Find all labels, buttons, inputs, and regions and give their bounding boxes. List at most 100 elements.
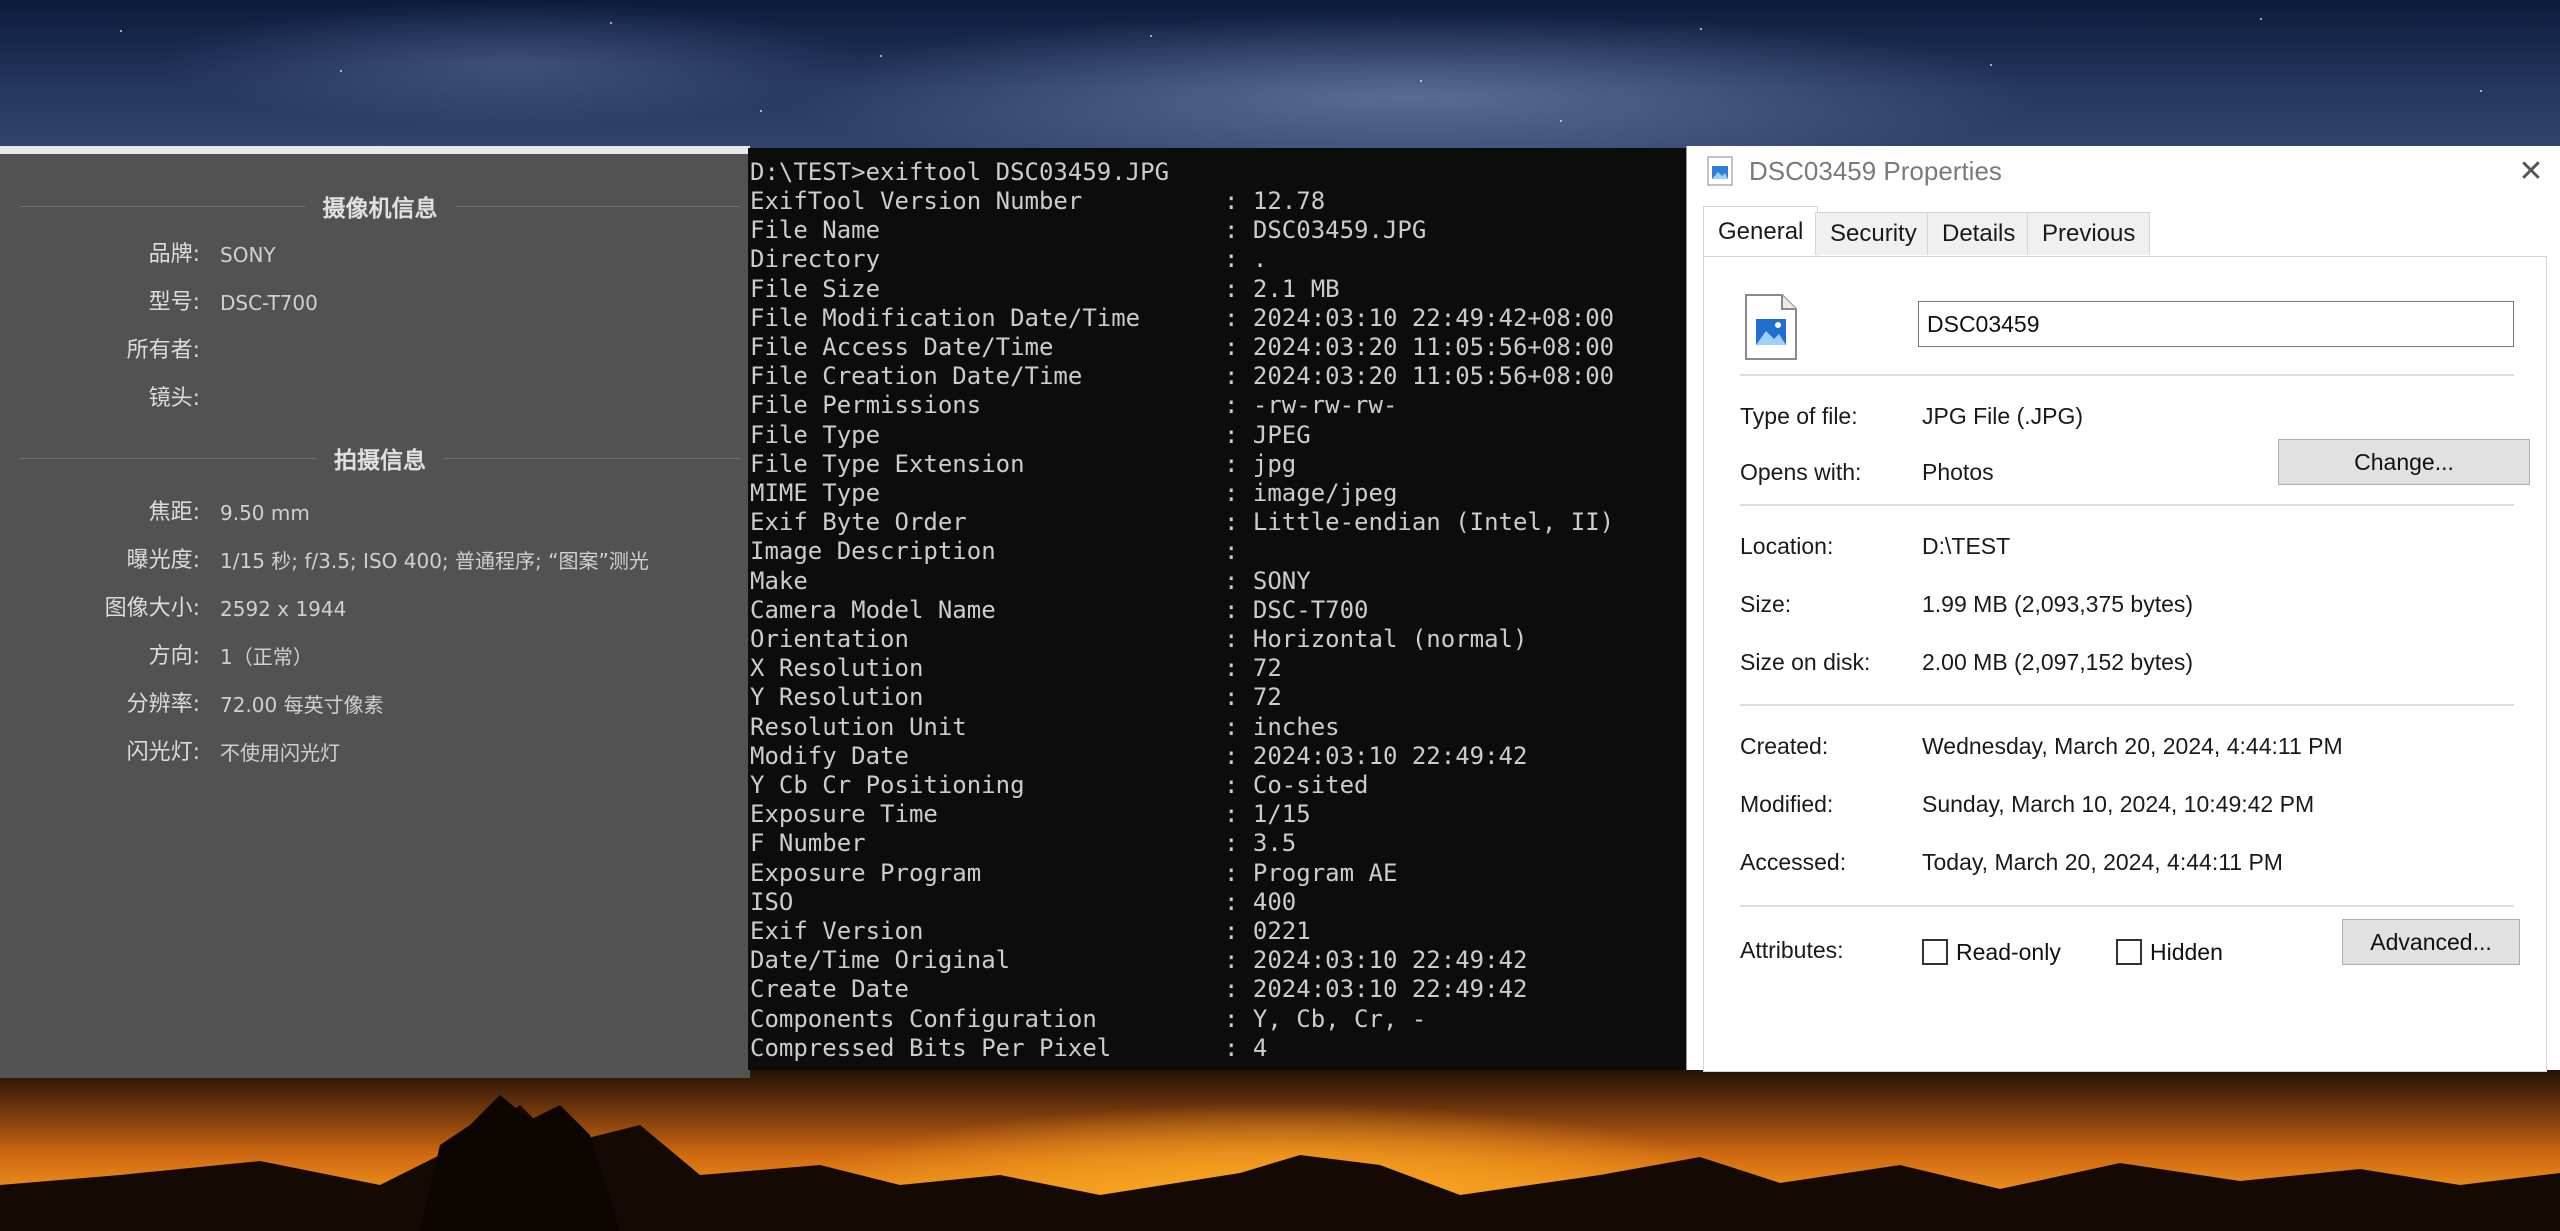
accessed-value: Today, March 20, 2024, 4:44:11 PM <box>1922 849 2283 875</box>
info-row-focal-length: 焦距: 9.50 mm <box>0 498 740 528</box>
exif-tag-name: X Resolution <box>750 654 924 682</box>
exif-tag-value: : 2024:03:10 22:49:42 <box>1224 975 1528 1003</box>
hidden-checkbox[interactable] <box>2116 939 2142 965</box>
info-label: 型号: <box>148 290 200 315</box>
exif-tag-value: : 2024:03:20 11:05:56+08:00 <box>1224 333 1615 361</box>
size-on-disk-value: 2.00 MB (2,097,152 bytes) <box>1922 649 2194 675</box>
exif-tag-value: : -rw-rw-rw- <box>1224 391 1398 419</box>
info-label: 镜头: <box>148 386 200 411</box>
properties-window-icon <box>1707 156 1733 186</box>
location-label: Location: <box>1740 533 1834 559</box>
exif-tag-name: Directory <box>750 245 881 273</box>
info-row-lens: 镜头: <box>0 384 740 414</box>
exif-tag-name: Exposure Time <box>750 800 938 828</box>
size-on-disk-label: Size on disk: <box>1740 649 1871 675</box>
jpg-file-icon <box>1745 294 1797 360</box>
exif-tag-name: Date/Time Original <box>750 946 1011 974</box>
exif-tag-name: Resolution Unit <box>750 713 967 741</box>
change-button[interactable]: Change... <box>2278 439 2530 485</box>
shooting-info-title: 拍摄信息 <box>334 448 426 474</box>
size-label: Size: <box>1740 591 1792 617</box>
info-row-owner: 所有者: <box>0 336 740 366</box>
advanced-button[interactable]: Advanced... <box>2342 919 2520 965</box>
wallpaper-night-sky <box>0 0 2560 160</box>
general-tab-content: Type of file: JPG File (.JPG) Opens with… <box>1703 256 2547 1072</box>
info-row-image-size: 图像大小: 2592 x 1944 <box>0 594 740 624</box>
exif-tag-name: File Type <box>750 421 881 449</box>
dialog-titlebar[interactable]: DSC03459 Properties ✕ <box>1687 146 2560 198</box>
info-label: 分辨率: <box>126 692 200 717</box>
info-row-flash: 闪光灯: 不使用闪光灯 <box>0 738 740 768</box>
exif-tag-name: Y Resolution <box>750 683 924 711</box>
close-icon[interactable]: ✕ <box>2511 152 2551 192</box>
exif-tag-value: : jpg <box>1224 450 1297 478</box>
read-only-label[interactable]: Read-only <box>1956 939 2061 966</box>
size-value: 1.99 MB (2,093,375 bytes) <box>1922 591 2194 617</box>
opens-with-label: Opens with: <box>1740 459 1862 485</box>
tab-general[interactable]: General <box>1703 206 1819 257</box>
tab-security[interactable]: Security <box>1815 212 1932 255</box>
exif-tag-value: : image/jpeg <box>1224 479 1398 507</box>
exif-tag-value: : 2024:03:10 22:49:42+08:00 <box>1224 304 1615 332</box>
info-row-exposure: 曝光度: 1/15 秒; f/3.5; ISO 400; 普通程序; “图案”测… <box>0 546 740 576</box>
exif-tag-name: Exposure Program <box>750 859 982 887</box>
exif-tag-value: : DSC-T700 <box>1224 596 1369 624</box>
tab-previous-versions[interactable]: Previous Versions <box>2027 212 2151 289</box>
tab-details[interactable]: Details <box>1927 212 2031 255</box>
exif-tag-name: Orientation <box>750 625 909 653</box>
exif-tag-value: : 3.5 <box>1224 829 1297 857</box>
info-label: 所有者: <box>126 338 200 363</box>
exif-tag-value: : DSC03459.JPG <box>1224 216 1427 244</box>
info-value: SONY <box>220 243 276 267</box>
exif-tag-value: : 72 <box>1224 654 1282 682</box>
type-of-file-label: Type of file: <box>1740 403 1858 429</box>
exif-tag-value: : Y, Cb, Cr, - <box>1224 1005 1427 1033</box>
exif-tag-name: File Size <box>750 275 881 303</box>
exif-tag-name: F Number <box>750 829 866 857</box>
exif-tag-name: Create Date <box>750 975 909 1003</box>
file-properties-dialog[interactable]: DSC03459 Properties ✕ General Security D… <box>1686 146 2560 1072</box>
exif-tag-value: : <box>1224 537 1239 565</box>
exif-tag-name: File Type Extension <box>750 450 1025 478</box>
exif-tag-name: File Access Date/Time <box>750 333 1054 361</box>
opens-with-value: Photos <box>1922 459 1994 485</box>
exif-tag-value: : 2.1 MB <box>1224 275 1340 303</box>
divider <box>1740 704 2514 706</box>
exif-tag-value: : 400 <box>1224 888 1297 916</box>
dialog-title: DSC03459 Properties <box>1749 156 2002 186</box>
exif-tag-name: File Name <box>750 216 881 244</box>
info-label: 图像大小: <box>104 596 200 621</box>
exif-tag-value: : Program AE <box>1224 859 1398 887</box>
modified-label: Modified: <box>1740 791 1834 817</box>
info-value: 1/15 秒; f/3.5; ISO 400; 普通程序; “图案”测光 <box>220 549 649 573</box>
info-label: 品牌: <box>148 242 200 267</box>
info-row-make: 品牌: SONY <box>0 240 740 270</box>
exif-tag-name: File Creation Date/Time <box>750 362 1083 390</box>
info-label: 曝光度: <box>126 548 200 573</box>
exif-tag-name: File Permissions <box>750 391 982 419</box>
exif-tag-value: : 12.78 <box>1224 187 1326 215</box>
info-value: 1（正常） <box>220 645 313 669</box>
info-value: 不使用闪光灯 <box>220 741 340 765</box>
exif-tag-value: : . <box>1224 245 1268 273</box>
exif-tag-name: Image Description <box>750 537 996 565</box>
file-name-input[interactable] <box>1918 301 2514 347</box>
read-only-checkbox[interactable] <box>1922 939 1948 965</box>
shooting-info-header: 拍摄信息 <box>20 446 740 474</box>
exif-tag-name: ExifTool Version Number <box>750 187 1083 215</box>
exif-tag-value: : SONY <box>1224 567 1311 595</box>
info-label: 方向: <box>148 644 200 669</box>
exif-tag-name: Compressed Bits Per Pixel <box>750 1034 1112 1062</box>
created-value: Wednesday, March 20, 2024, 4:44:11 PM <box>1922 733 2343 759</box>
attributes-label: Attributes: <box>1740 937 1844 963</box>
exiftool-terminal[interactable]: D:\TEST>exiftool DSC03459.JPG ExifTool V… <box>748 148 1686 1070</box>
exif-tag-value: : 4 <box>1224 1034 1268 1062</box>
hidden-label[interactable]: Hidden <box>2150 939 2223 966</box>
divider <box>1740 504 2514 506</box>
info-value: 2592 x 1944 <box>220 597 347 621</box>
exif-tag-name: Exif Byte Order <box>750 508 967 536</box>
info-row-resolution: 分辨率: 72.00 每英寸像素 <box>0 690 740 720</box>
image-info-panel: 摄像机信息 品牌: SONY 型号: DSC-T700 所有者: 镜头: 拍摄信… <box>0 146 750 1078</box>
accessed-label: Accessed: <box>1740 849 1847 875</box>
exif-tag-value: : 2024:03:10 22:49:42 <box>1224 946 1528 974</box>
